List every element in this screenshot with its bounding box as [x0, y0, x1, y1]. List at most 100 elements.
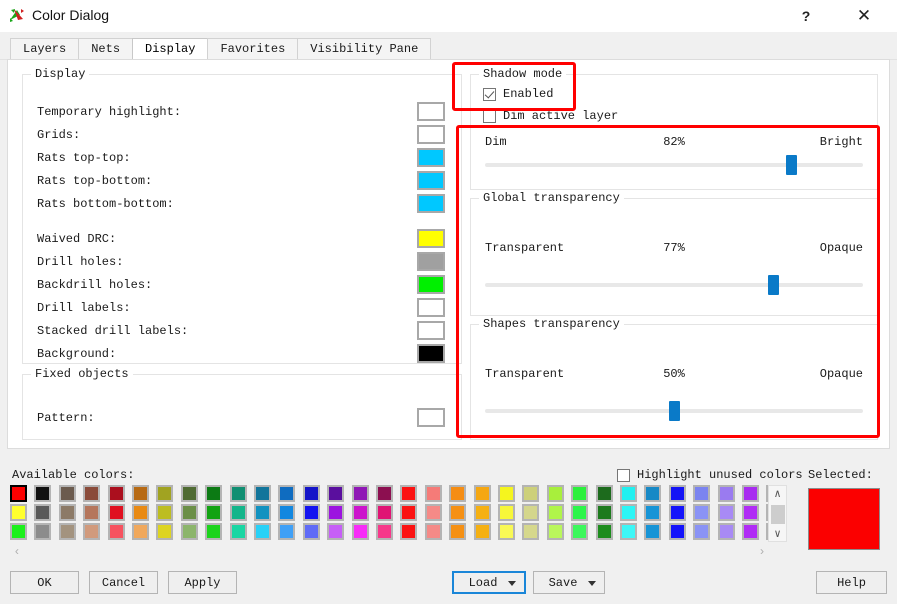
tab-layers[interactable]: Layers — [10, 38, 80, 60]
color-swatch-2-7[interactable] — [181, 523, 198, 540]
color-swatch-2-16[interactable] — [400, 523, 417, 540]
color-swatch-2-10[interactable] — [254, 523, 271, 540]
display-row-color-chip-3[interactable] — [417, 171, 445, 190]
color-swatch-2-15[interactable] — [376, 523, 393, 540]
color-swatch-1-30[interactable] — [742, 504, 759, 521]
shadow-enabled-row[interactable]: Enabled — [483, 85, 553, 103]
color-swatch-1-25[interactable] — [620, 504, 637, 521]
color-swatch-2-1[interactable] — [34, 523, 51, 540]
global-slider-track[interactable] — [485, 283, 863, 287]
color-swatch-2-17[interactable] — [425, 523, 442, 540]
display-row-color-chip-8[interactable] — [417, 298, 445, 317]
color-swatch-2-23[interactable] — [571, 523, 588, 540]
color-swatch-0-12[interactable] — [303, 485, 320, 502]
color-swatch-1-21[interactable] — [522, 504, 539, 521]
tab-display[interactable]: Display — [132, 38, 209, 60]
color-swatch-1-24[interactable] — [596, 504, 613, 521]
color-swatch-2-19[interactable] — [474, 523, 491, 540]
color-swatch-2-14[interactable] — [352, 523, 369, 540]
fixed-row-color-chip-0[interactable] — [417, 408, 445, 427]
color-swatch-2-11[interactable] — [278, 523, 295, 540]
highlight-unused-colors-row[interactable]: Highlight unused colors — [617, 468, 803, 482]
scroll-up-icon[interactable]: ∧ — [769, 486, 786, 501]
scroll-down-icon[interactable]: ∨ — [769, 526, 786, 541]
help-icon[interactable]: ? — [783, 0, 829, 32]
help-button[interactable]: Help — [816, 571, 887, 594]
scroll-left-icon[interactable]: ‹ — [10, 545, 24, 559]
color-swatch-2-20[interactable] — [498, 523, 515, 540]
color-swatch-1-17[interactable] — [425, 504, 442, 521]
color-swatch-1-23[interactable] — [571, 504, 588, 521]
color-swatch-0-19[interactable] — [474, 485, 491, 502]
color-swatch-1-9[interactable] — [230, 504, 247, 521]
color-swatch-2-13[interactable] — [327, 523, 344, 540]
color-swatch-1-22[interactable] — [547, 504, 564, 521]
color-swatch-0-20[interactable] — [498, 485, 515, 502]
color-swatch-2-0[interactable] — [10, 523, 27, 540]
display-row-color-chip-1[interactable] — [417, 125, 445, 144]
color-swatch-1-6[interactable] — [156, 504, 173, 521]
color-swatch-1-2[interactable] — [59, 504, 76, 521]
chevron-down-icon-save[interactable] — [588, 580, 596, 586]
color-swatch-1-8[interactable] — [205, 504, 222, 521]
color-swatch-0-24[interactable] — [596, 485, 613, 502]
color-swatch-0-5[interactable] — [132, 485, 149, 502]
color-swatch-2-29[interactable] — [718, 523, 735, 540]
color-swatch-1-10[interactable] — [254, 504, 271, 521]
color-swatch-1-16[interactable] — [400, 504, 417, 521]
color-swatch-2-8[interactable] — [205, 523, 222, 540]
display-row-color-chip-2[interactable] — [417, 148, 445, 167]
color-swatch-2-25[interactable] — [620, 523, 637, 540]
color-swatch-0-0[interactable] — [10, 485, 27, 502]
color-swatch-0-30[interactable] — [742, 485, 759, 502]
display-row-color-chip-5[interactable] — [417, 229, 445, 248]
color-swatch-1-11[interactable] — [278, 504, 295, 521]
display-row-color-chip-7[interactable] — [417, 275, 445, 294]
color-swatch-1-20[interactable] — [498, 504, 515, 521]
color-swatch-1-18[interactable] — [449, 504, 466, 521]
color-swatch-2-4[interactable] — [108, 523, 125, 540]
tab-visibility-pane[interactable]: Visibility Pane — [297, 38, 432, 60]
color-swatch-0-11[interactable] — [278, 485, 295, 502]
available-colors-palette[interactable] — [10, 485, 783, 545]
color-swatch-0-1[interactable] — [34, 485, 51, 502]
color-swatch-1-28[interactable] — [693, 504, 710, 521]
color-swatch-0-23[interactable] — [571, 485, 588, 502]
color-swatch-2-30[interactable] — [742, 523, 759, 540]
color-swatch-0-17[interactable] — [425, 485, 442, 502]
color-swatch-1-14[interactable] — [352, 504, 369, 521]
color-swatch-0-28[interactable] — [693, 485, 710, 502]
save-button[interactable]: Save — [533, 571, 605, 594]
tab-nets[interactable]: Nets — [78, 38, 134, 60]
color-swatch-0-15[interactable] — [376, 485, 393, 502]
chevron-down-icon[interactable] — [508, 580, 516, 586]
dim-active-layer-row[interactable]: Dim active layer — [483, 107, 618, 125]
color-swatch-2-6[interactable] — [156, 523, 173, 540]
color-swatch-0-4[interactable] — [108, 485, 125, 502]
color-swatch-0-21[interactable] — [522, 485, 539, 502]
color-swatch-1-15[interactable] — [376, 504, 393, 521]
display-row-color-chip-6[interactable] — [417, 252, 445, 271]
palette-vertical-scrollbar[interactable]: ∧ ∨ — [768, 485, 787, 542]
close-icon[interactable]: ✕ — [841, 0, 887, 32]
palette-horizontal-scrollbar[interactable]: ‹ › — [10, 545, 787, 559]
color-swatch-2-26[interactable] — [644, 523, 661, 540]
color-swatch-0-8[interactable] — [205, 485, 222, 502]
color-swatch-2-22[interactable] — [547, 523, 564, 540]
color-swatch-2-12[interactable] — [303, 523, 320, 540]
color-swatch-0-26[interactable] — [644, 485, 661, 502]
palette-scroll-thumb[interactable] — [771, 505, 785, 524]
color-swatch-0-7[interactable] — [181, 485, 198, 502]
highlight-unused-colors-checkbox[interactable] — [617, 468, 630, 482]
cancel-button[interactable]: Cancel — [89, 571, 158, 594]
apply-button[interactable]: Apply — [168, 571, 237, 594]
color-swatch-2-24[interactable] — [596, 523, 613, 540]
color-swatch-0-2[interactable] — [59, 485, 76, 502]
color-swatch-0-10[interactable] — [254, 485, 271, 502]
shadow-slider-track[interactable] — [485, 163, 863, 167]
ok-button[interactable]: OK — [10, 571, 79, 594]
color-swatch-2-27[interactable] — [669, 523, 686, 540]
load-button[interactable]: Load — [452, 571, 526, 594]
color-swatch-0-14[interactable] — [352, 485, 369, 502]
color-swatch-1-13[interactable] — [327, 504, 344, 521]
